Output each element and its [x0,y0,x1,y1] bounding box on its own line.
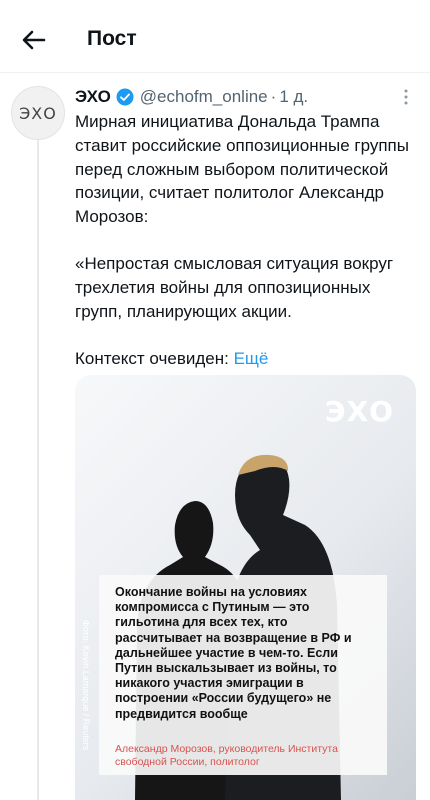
more-vertical-icon [404,89,408,105]
verified-badge-icon [116,88,134,106]
author-name[interactable]: ЭХО [75,87,111,107]
author-handle[interactable]: @echofm_online [140,87,268,107]
context-text: Контекст очевиден: [75,349,234,368]
back-button[interactable] [16,22,52,58]
post-paragraph-3: Контекст очевиден: Ещё [75,347,268,371]
separator-dot: · [270,87,277,106]
avatar-logo: ЭХО [19,103,57,123]
quote-text: Окончание войны на условиях компромисса … [115,585,352,721]
post-header: ЭХО @echofm_online · 1 д. [75,86,308,108]
post-paragraph-1: Мирная инициатива Дональда Трампа ставит… [75,112,409,227]
post-paragraph-2: «Непростая смысловая ситуация вокруг тре… [75,254,394,321]
post-time[interactable]: 1 д. [279,87,308,107]
post-image[interactable]: ЭХО Фото: Kevin Lamarque / Reuters Оконч… [75,375,416,800]
media-logo: ЭХО [325,395,394,428]
quote-author: Александр Морозов, руководитель Институт… [115,743,338,768]
page-title: Пост [87,27,137,50]
quote-card: Окончание войны на условиях компромисса … [99,575,387,775]
more-options-button[interactable] [402,88,410,106]
thread-line [37,140,39,800]
photo-credit: Фото: Kevin Lamarque / Reuters [81,620,91,751]
show-more-link[interactable]: Ещё [234,349,269,368]
arrow-left-icon [22,30,46,50]
avatar[interactable]: ЭХО [11,86,65,140]
top-bar: Пост [0,0,430,73]
